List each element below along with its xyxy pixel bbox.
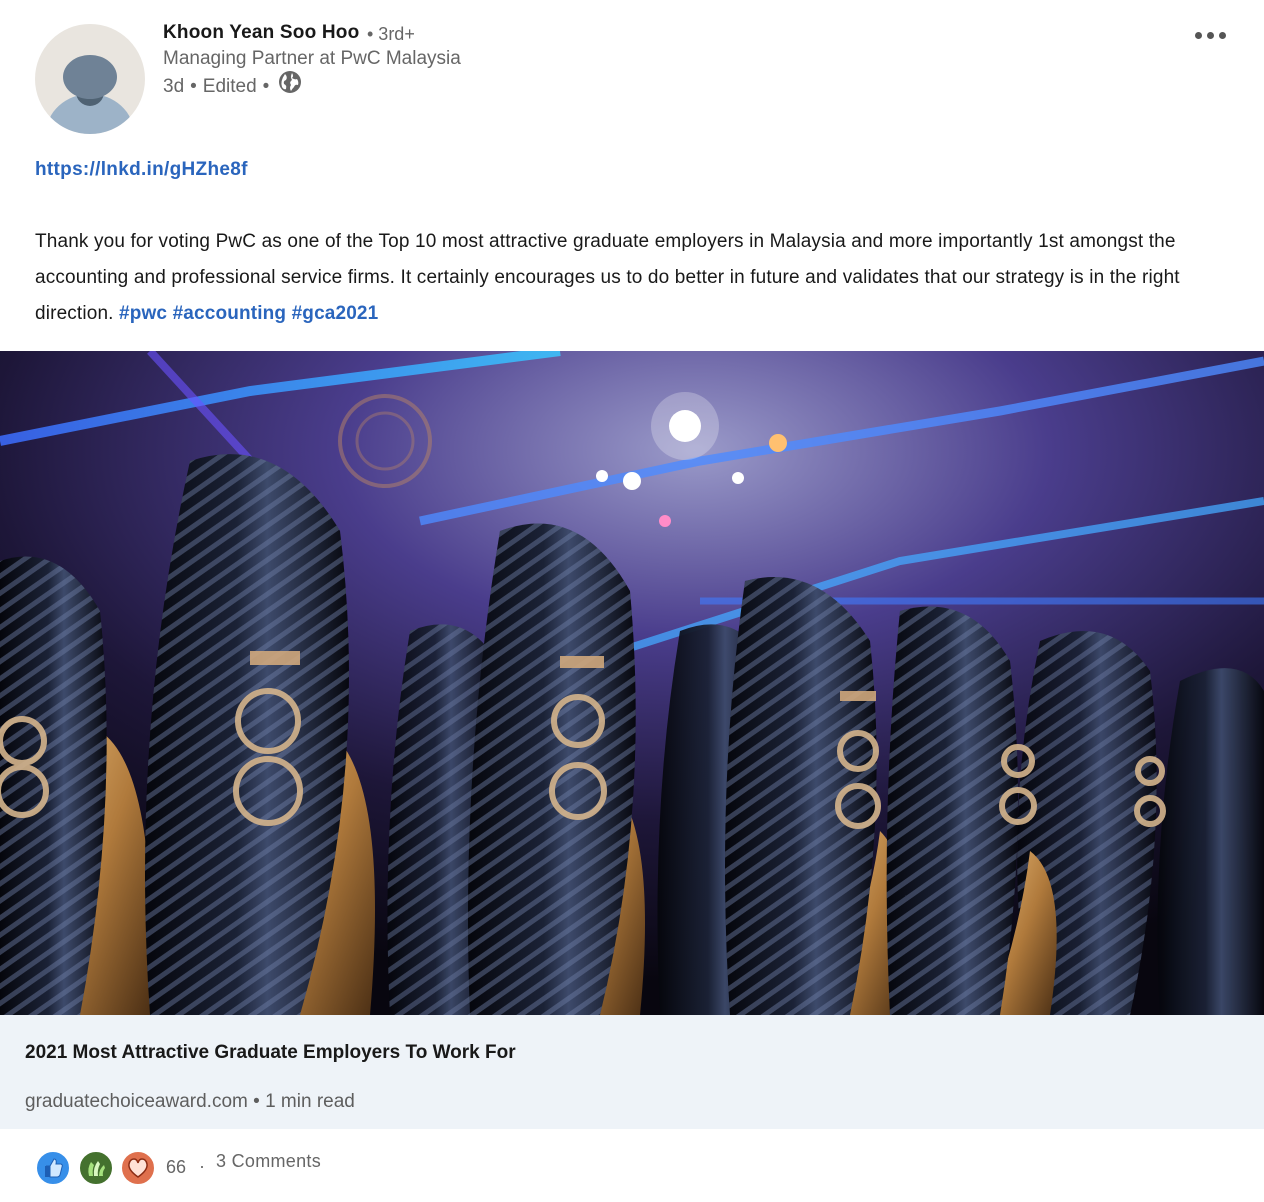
love-icon[interactable] (120, 1150, 156, 1186)
feed-post-card: Khoon Yean Soo Hoo • 3rd+ Managing Partn… (0, 0, 1264, 1202)
article-title[interactable]: 2021 Most Attractive Graduate Employers … (25, 1042, 516, 1064)
edited-label: Edited (202, 76, 257, 97)
hashtag-accounting[interactable]: #accounting (173, 303, 287, 324)
author-avatar[interactable] (35, 24, 145, 134)
author-headline: Managing Partner at PwC Malaysia (163, 48, 461, 69)
celebrate-icon[interactable] (78, 1150, 114, 1186)
separator-dot: · (199, 1156, 205, 1176)
post-text: Thank you for voting PwC as one of the T… (35, 224, 1235, 332)
comments-count[interactable]: 3 Comments (216, 1151, 321, 1172)
avatar-head-shape (63, 55, 117, 99)
more-options-icon[interactable] (1188, 26, 1232, 44)
hashtag-gca2021[interactable]: #gca2021 (292, 303, 379, 324)
post-meta: 3d • Edited • (163, 71, 303, 98)
article-read-time: 1 min read (265, 1091, 355, 1112)
article-domain: graduatechoiceaward.com (25, 1091, 248, 1112)
author-name[interactable]: Khoon Yean Soo Hoo (163, 22, 359, 44)
post-time: 3d (163, 76, 185, 97)
like-icon[interactable] (35, 1150, 71, 1186)
social-counts: 66 · 3 Comments (0, 1130, 1264, 1202)
post-image-trophies[interactable] (0, 351, 1264, 1015)
article-source: graduatechoiceaward.com • 1 min read (25, 1091, 355, 1112)
article-preview[interactable]: 2021 Most Attractive Graduate Employers … (0, 1015, 1264, 1129)
hashtag-pwc[interactable]: #pwc (119, 303, 167, 324)
reaction-count[interactable]: 66 (166, 1157, 186, 1178)
globe-icon (277, 69, 303, 95)
avatar-body-shape (46, 92, 134, 134)
post-short-link[interactable]: https://lnkd.in/gHZhe8f (35, 159, 248, 181)
connection-degree: • 3rd+ (367, 24, 415, 44)
